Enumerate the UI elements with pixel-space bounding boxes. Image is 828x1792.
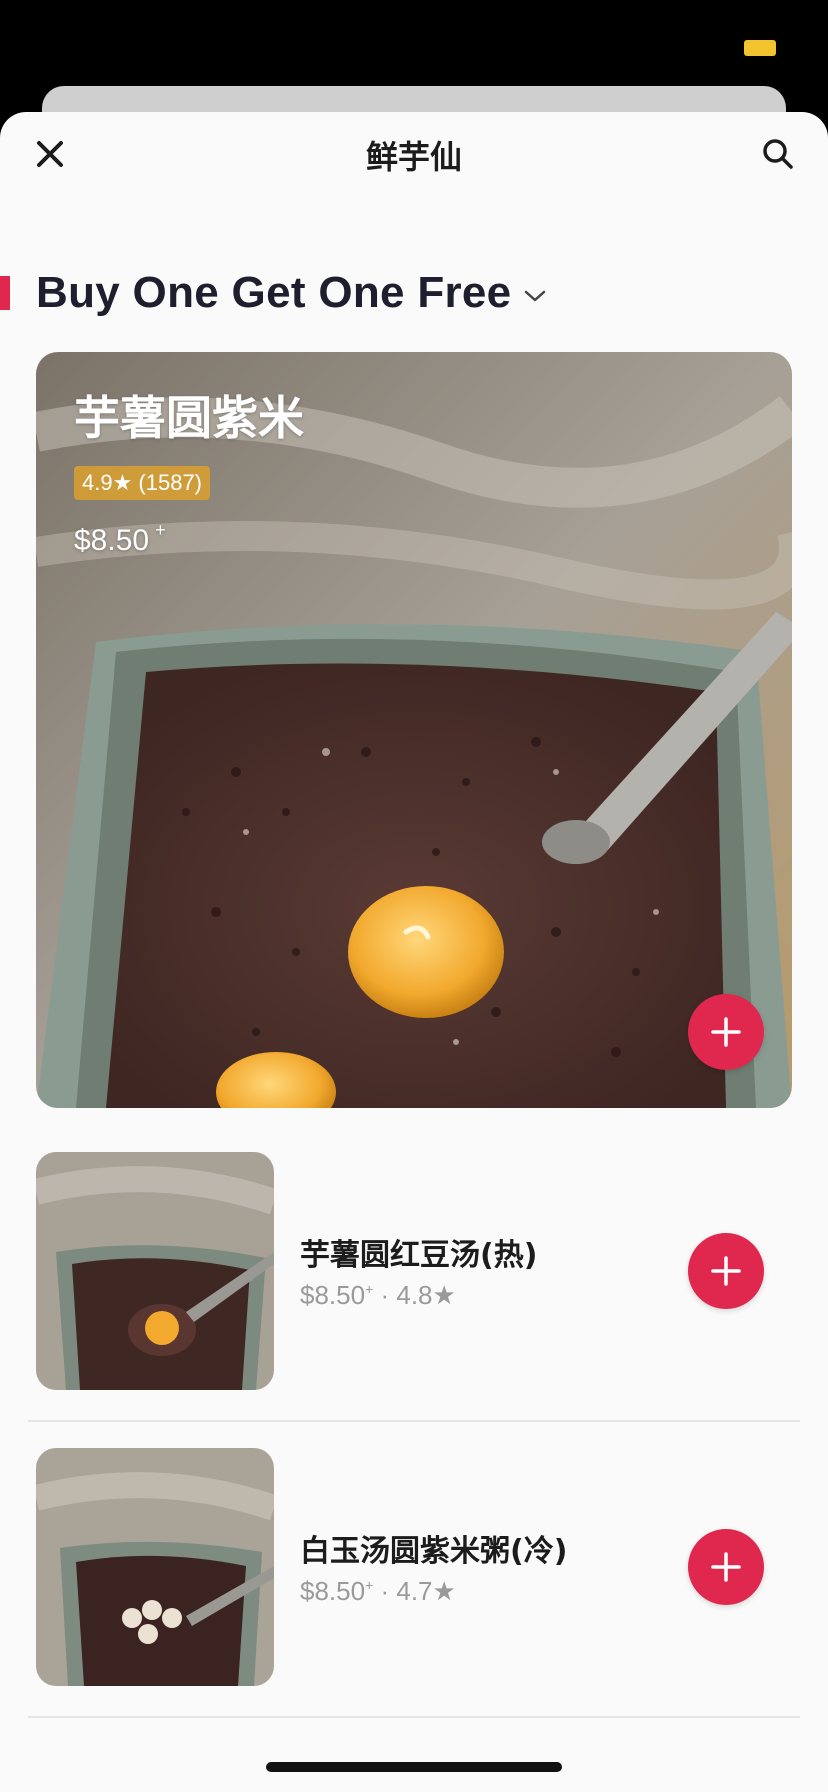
featured-item-info: 芋薯圆紫米 4.9★ (1587) $8.50 +: [74, 382, 304, 558]
item-price-rating: $8.50+ · 4.8★: [300, 1280, 456, 1311]
chevron-down-icon: [525, 290, 546, 302]
item-rating: · 4.8★: [373, 1280, 456, 1310]
featured-item-rating-badge: 4.9★ (1587): [74, 466, 211, 500]
item-name: 白玉汤圆紫米粥(冷): [300, 1534, 568, 1569]
divider: [28, 1420, 800, 1422]
menu-sheet: 鲜芋仙 Buy One Get One Free 芋薯圆紫米 4.9★ (158…: [0, 112, 828, 1792]
plus-icon: [711, 1256, 741, 1286]
menu-item-row[interactable]: 芋薯圆红豆汤(热) $8.50+ · 4.8★: [28, 1152, 800, 1448]
menu-item-row[interactable]: 白玉汤圆紫米粥(冷) $8.50+ · 4.7★: [28, 1448, 800, 1744]
section-marker: [0, 276, 10, 310]
item-name: 芋薯圆红豆汤(热): [300, 1238, 538, 1273]
item-price-rating: $8.50+ · 4.7★: [300, 1576, 456, 1607]
status-bar: [0, 0, 828, 88]
divider: [28, 1716, 800, 1718]
price-value: $8.50: [74, 524, 150, 557]
item-thumbnail: [36, 1448, 274, 1686]
battery-icon: [744, 40, 776, 56]
add-featured-item-button[interactable]: [688, 994, 764, 1070]
plus-icon: [711, 1552, 741, 1582]
item-thumbnail: [36, 1152, 274, 1390]
price-suffix: +: [155, 520, 166, 540]
featured-item-price: $8.50 +: [74, 520, 304, 558]
navigation-bar: 鲜芋仙: [0, 112, 828, 192]
item-rating: · 4.7★: [373, 1576, 456, 1606]
featured-item-name: 芋薯圆紫米: [74, 391, 304, 445]
item-price: $8.50: [300, 1576, 366, 1606]
store-title: 鲜芋仙: [365, 138, 462, 176]
search-button[interactable]: [758, 134, 798, 174]
search-icon: [763, 139, 793, 169]
plus-icon: [711, 1017, 741, 1047]
featured-item-card[interactable]: 芋薯圆紫米 4.9★ (1587) $8.50 +: [36, 352, 792, 1108]
section-title: Buy One Get One Free: [36, 268, 512, 317]
home-indicator[interactable]: [266, 1762, 562, 1772]
item-price: $8.50: [300, 1280, 366, 1310]
add-item-button[interactable]: [688, 1233, 764, 1309]
add-item-button[interactable]: [688, 1529, 764, 1605]
section-header[interactable]: Buy One Get One Free: [36, 268, 547, 318]
